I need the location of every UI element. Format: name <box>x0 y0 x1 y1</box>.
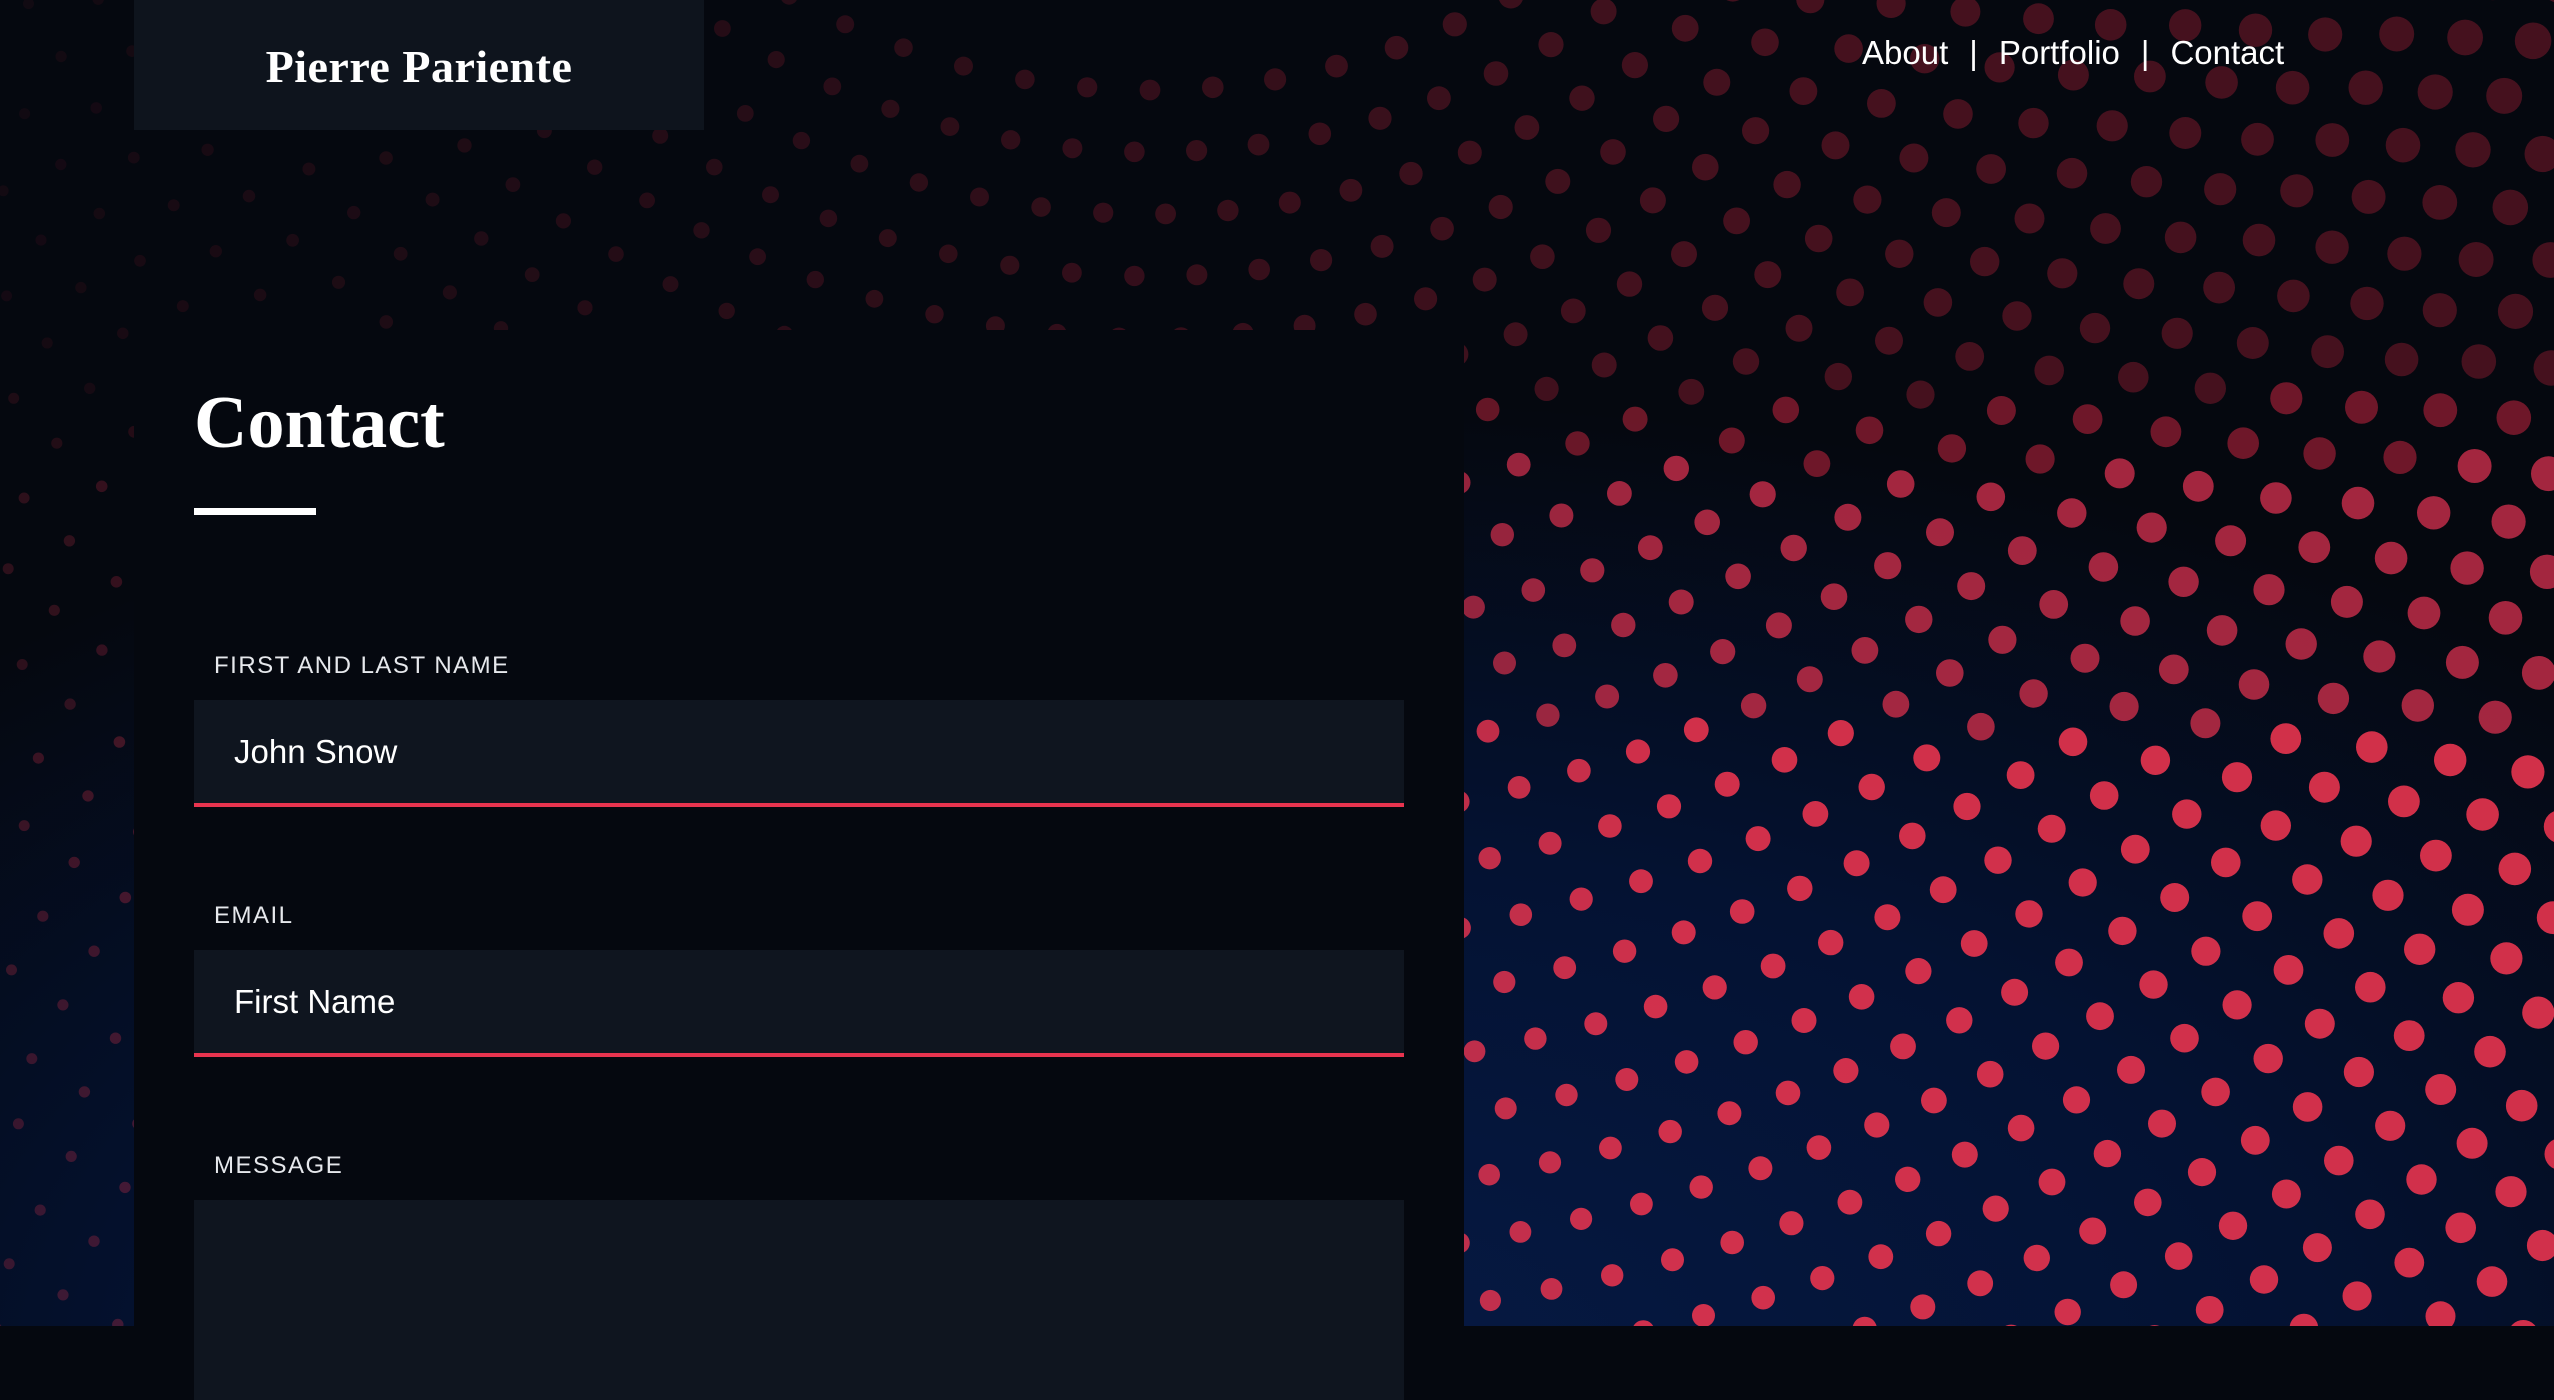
message-field-label: MESSAGE <box>214 1152 343 1180</box>
nav-separator: | <box>2141 34 2150 72</box>
message-textarea[interactable] <box>194 1200 1404 1400</box>
main-nav: About | Portfolio | Contact <box>1862 34 2284 72</box>
title-underline <box>194 508 316 515</box>
nav-link-contact[interactable]: Contact <box>2170 34 2284 72</box>
logo-box[interactable]: Pierre Pariente <box>134 0 704 130</box>
name-field-label: FIRST AND LAST NAME <box>214 652 510 680</box>
contact-panel: Contact FIRST AND LAST NAME EMAIL MESSAG… <box>134 330 1464 1326</box>
email-field-label: EMAIL <box>214 902 294 930</box>
nav-link-about[interactable]: About <box>1862 34 1948 72</box>
name-input[interactable] <box>194 700 1404 807</box>
nav-separator: | <box>1969 34 1978 72</box>
email-input[interactable] <box>194 950 1404 1057</box>
nav-link-portfolio[interactable]: Portfolio <box>1999 34 2120 72</box>
page-title: Contact <box>194 386 445 460</box>
site-logo[interactable]: Pierre Pariente <box>266 40 573 93</box>
